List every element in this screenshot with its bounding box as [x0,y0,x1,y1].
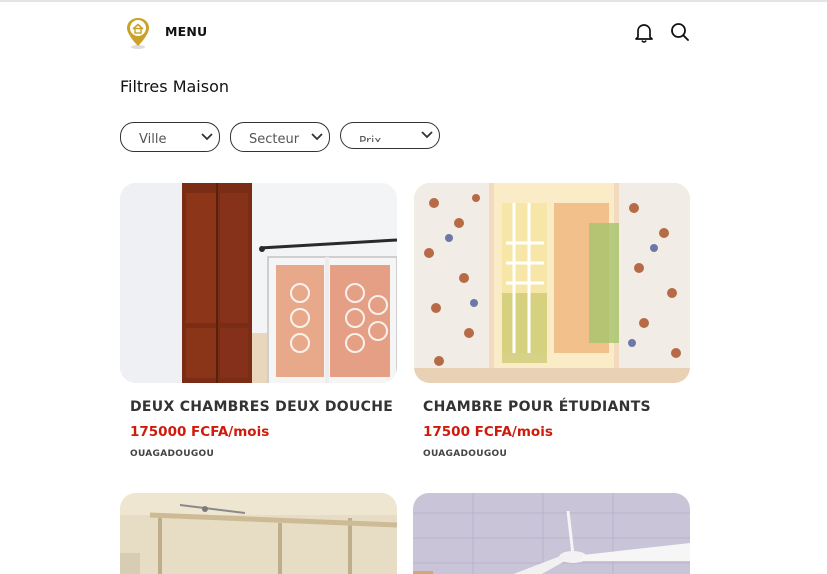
listing-photo[interactable] [120,183,397,383]
listing-city: OUAGADOUGOU [130,449,215,459]
chevron-down-icon [421,131,433,139]
listing-price: 175000 FCFA/mois [130,424,270,440]
search-icon[interactable] [669,21,691,43]
filter-prix-select[interactable]: Prix [340,122,440,149]
listing-photo[interactable] [120,493,397,574]
listing-price: 17500 FCFA/mois [423,424,553,440]
filter-ville-select[interactable]: Ville [120,122,220,152]
page-title: Filtres Maison [120,77,230,96]
filter-secteur-label: Secteur [249,132,300,147]
listing-city: OUAGADOUGOU [423,449,508,459]
listing-title[interactable]: DEUX CHAMBRES DEUX DOUCHE [130,399,393,415]
menu-button[interactable]: MENU [165,24,207,39]
filter-prix-label: Prix [359,134,382,142]
house-location-pin-icon[interactable] [124,16,152,50]
listing-photo[interactable] [413,493,690,574]
header: MENU [0,2,827,60]
chevron-down-icon [311,133,323,141]
listing-title[interactable]: CHAMBRE POUR ÉTUDIANTS [423,399,651,415]
bell-icon[interactable] [633,21,655,43]
filter-secteur-select[interactable]: Secteur [230,122,330,152]
filter-ville-label: Ville [139,132,167,147]
chevron-down-icon [201,133,213,141]
listing-photo[interactable] [414,183,690,383]
